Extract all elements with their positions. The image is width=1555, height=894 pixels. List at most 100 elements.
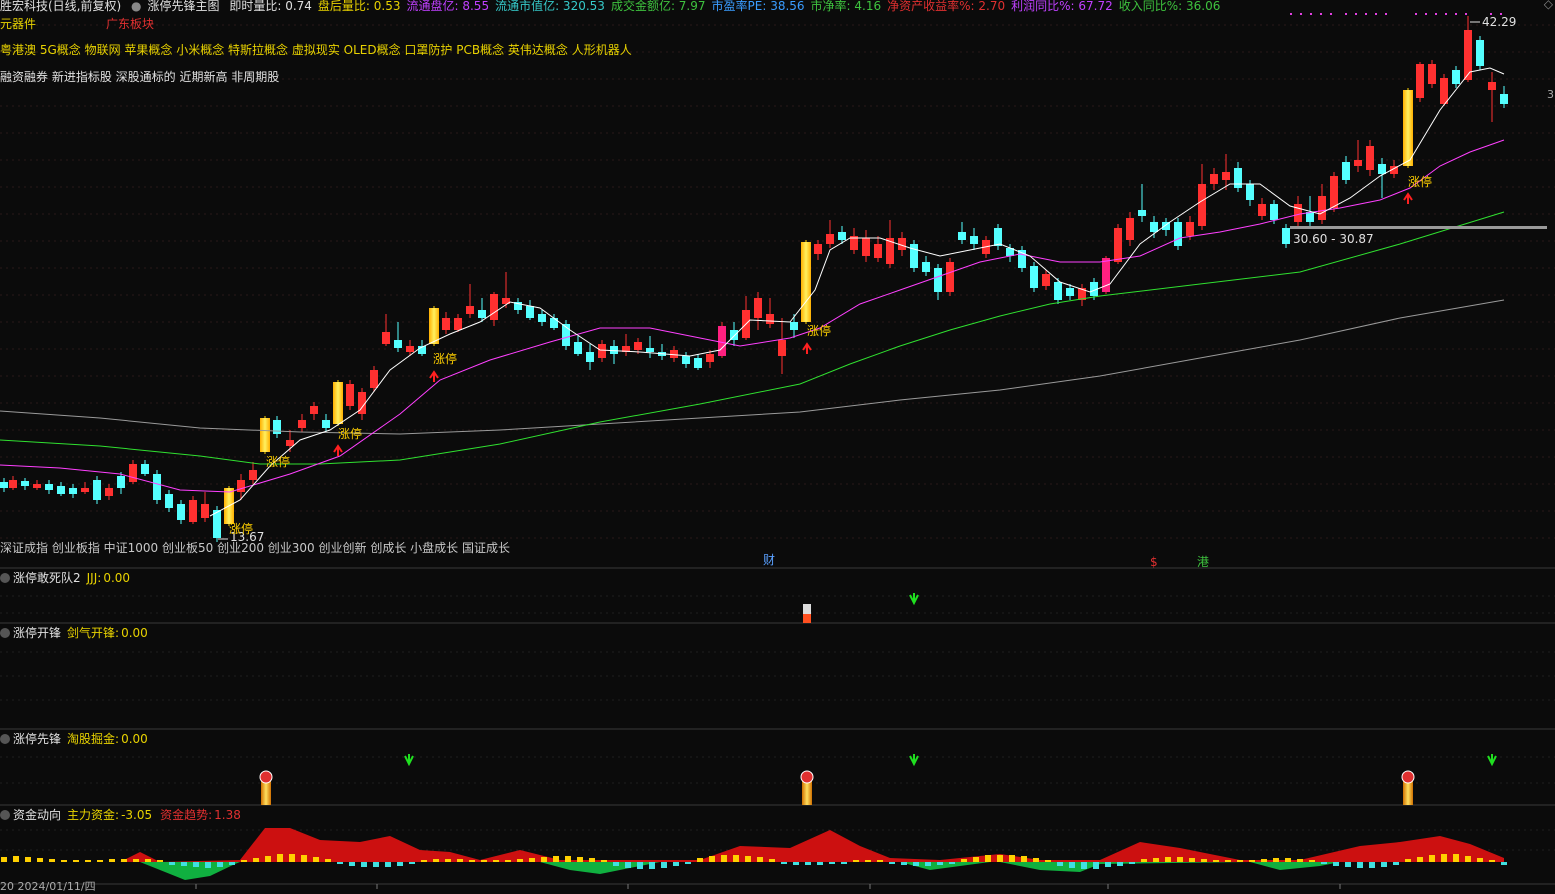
event-marker-hk[interactable]: 港 bbox=[1197, 555, 1209, 569]
candle-body bbox=[1476, 40, 1484, 66]
money-flow-bar bbox=[1345, 862, 1351, 867]
money-flow-bar bbox=[121, 859, 127, 862]
indicator-name[interactable]: 涨停先锋主图 bbox=[148, 0, 220, 13]
up-arrow-icon bbox=[429, 370, 439, 382]
money-flow-bar bbox=[1141, 859, 1147, 862]
candle-body bbox=[69, 488, 77, 494]
money-flow-bar bbox=[1369, 862, 1375, 868]
money-flow-positive-area bbox=[0, 828, 1504, 862]
money-flow-bar bbox=[529, 858, 535, 862]
candle-body bbox=[1258, 204, 1266, 216]
header-field: 流通市值亿: 320.53 bbox=[495, 0, 605, 13]
money-flow-bar bbox=[625, 862, 631, 868]
money-flow-bar bbox=[445, 859, 451, 862]
header-field: 市盈率PE: 38.56 bbox=[711, 0, 805, 13]
up-arrow-icon bbox=[333, 444, 343, 456]
money-flow-bar bbox=[85, 860, 91, 862]
indicator-settings-icon[interactable]: ● bbox=[131, 0, 141, 13]
money-flow-bar bbox=[1057, 862, 1063, 866]
money-flow-bar bbox=[841, 862, 847, 864]
candle-body bbox=[1138, 210, 1146, 216]
limit-up-label: 涨停 bbox=[229, 522, 254, 536]
money-flow-bar bbox=[1117, 862, 1123, 866]
candle-body-limit-up bbox=[1403, 90, 1413, 166]
marker-dot bbox=[1355, 13, 1357, 15]
candle-body bbox=[814, 244, 822, 254]
panel-toggle-icon[interactable] bbox=[0, 734, 10, 744]
money-flow-bar bbox=[565, 856, 571, 862]
candle-body bbox=[141, 464, 149, 474]
money-flow-bar bbox=[1321, 862, 1327, 864]
money-flow-bar bbox=[229, 862, 235, 865]
header-field: 成交金额亿: 7.97 bbox=[610, 0, 706, 13]
money-flow-bar bbox=[313, 857, 319, 862]
money-flow-bar bbox=[25, 857, 31, 862]
candle-body bbox=[454, 318, 462, 330]
concept-list: 粤港澳 5G概念 物联网 苹果概念 小米概念 特斯拉概念 虚拟现实 OLED概念… bbox=[0, 43, 632, 57]
panel-header-3[interactable]: 涨停先锋 淘股掘金: 0.00 bbox=[0, 730, 154, 747]
panel-header-2[interactable]: 涨停开锋 剑气开锋: 0.00 bbox=[0, 624, 154, 641]
panel-header-4[interactable]: 资金动向 主力资金: -3.05 资金趋势: 1.38 bbox=[0, 806, 247, 823]
candle-body bbox=[1342, 162, 1350, 180]
money-flow-bar bbox=[409, 862, 415, 864]
limit-up-label: 涨停 bbox=[807, 324, 832, 338]
money-flow-bar bbox=[697, 858, 703, 862]
candle-body bbox=[382, 332, 390, 344]
header-field: 即时量比: 0.74 bbox=[229, 0, 312, 13]
money-flow-bar bbox=[889, 862, 895, 864]
panel-name: 涨停开锋 bbox=[13, 626, 62, 640]
money-flow-bar bbox=[673, 862, 679, 866]
event-marker-dollar[interactable]: $ bbox=[1150, 555, 1158, 569]
money-flow-bar bbox=[985, 855, 991, 862]
money-flow-bar bbox=[961, 859, 967, 862]
money-flow-bar bbox=[1357, 862, 1363, 868]
candle-body bbox=[718, 326, 726, 356]
money-flow-bar bbox=[577, 857, 583, 862]
signal-column bbox=[261, 780, 271, 805]
money-flow-bar bbox=[937, 862, 943, 865]
header-fields: 即时量比: 0.74 盘后量比: 0.53 流通盘亿: 8.55 流通市值亿: 320… bbox=[229, 0, 1226, 13]
money-flow-bar bbox=[1333, 862, 1339, 866]
diamond-icon[interactable]: ◇ bbox=[1544, 0, 1553, 11]
candle-body bbox=[21, 481, 29, 486]
money-flow-bar bbox=[241, 860, 247, 862]
panel-toggle-icon[interactable] bbox=[0, 573, 10, 583]
candlestick-chart[interactable] bbox=[0, 0, 1555, 889]
panel-field-value: 0.00 bbox=[121, 732, 148, 746]
money-flow-bar bbox=[589, 858, 595, 862]
money-flow-bar bbox=[601, 860, 607, 862]
money-flow-bar bbox=[205, 862, 211, 868]
money-flow-bar bbox=[157, 860, 163, 862]
candle-body bbox=[310, 406, 318, 414]
candle-body bbox=[634, 342, 642, 350]
money-flow-bar bbox=[793, 862, 799, 865]
money-flow-bar bbox=[913, 862, 919, 866]
header-field: 利润同比%: 67.72 bbox=[1011, 0, 1113, 13]
candle-body bbox=[754, 298, 762, 318]
range-price-label: 30.60 - 30.87 bbox=[1293, 232, 1374, 246]
candle-body bbox=[249, 470, 257, 480]
candle-body bbox=[33, 484, 41, 488]
panel-toggle-icon[interactable] bbox=[0, 628, 10, 638]
panel-header-1[interactable]: 涨停敢死队2 JJJ: 0.00 bbox=[0, 569, 136, 586]
signal-ball-icon bbox=[259, 770, 273, 784]
panel-toggle-icon[interactable] bbox=[0, 810, 10, 820]
tag-list: 融资融券 新进指标股 深股通标的 近期新高 非周期股 bbox=[0, 70, 280, 84]
panel-field-label: 剑气开锋: bbox=[67, 626, 120, 640]
money-flow-bar bbox=[277, 854, 283, 862]
candle-body bbox=[1198, 184, 1206, 226]
marker-dot bbox=[1345, 13, 1347, 15]
stock-title[interactable]: 胜宏科技(日线,前复权) bbox=[0, 0, 121, 13]
panel-field-label: JJJ: bbox=[86, 571, 102, 585]
money-flow-bar bbox=[505, 860, 511, 862]
event-marker-finance[interactable]: 财 bbox=[763, 553, 775, 567]
candle-body bbox=[574, 342, 582, 354]
ma10-line bbox=[0, 139, 1505, 493]
panel-field-value: 1.38 bbox=[214, 808, 241, 822]
money-flow-bar bbox=[1393, 862, 1399, 865]
candle-body bbox=[0, 482, 8, 488]
candle-body bbox=[1210, 174, 1218, 184]
candle-body bbox=[1428, 64, 1436, 84]
money-flow-bar bbox=[217, 862, 223, 867]
candle-body bbox=[322, 420, 330, 428]
